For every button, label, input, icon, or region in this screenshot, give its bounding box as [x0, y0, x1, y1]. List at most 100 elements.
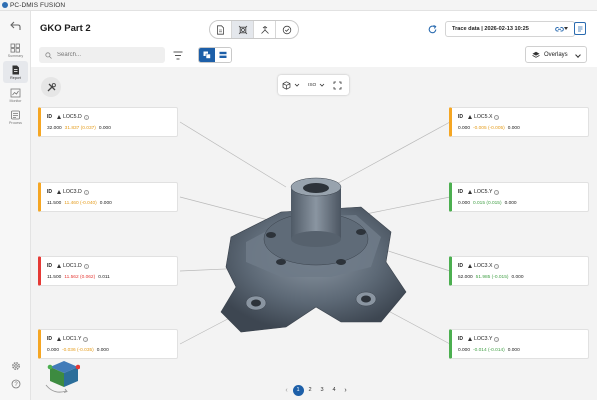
feature-values: 52.000 51.985 (-0.015) 0.000: [458, 275, 527, 280]
info-icon[interactable]: i: [494, 263, 500, 269]
list-view-button[interactable]: [215, 48, 231, 62]
report-export-icon[interactable]: [574, 22, 586, 35]
feature-card-header: ID LOC5.X i: [458, 114, 500, 120]
sidebar-item-summary[interactable]: Summary: [3, 39, 28, 61]
page-button-2[interactable]: 2: [305, 385, 316, 396]
list-icon: [219, 51, 227, 58]
search-input[interactable]: [57, 52, 157, 58]
info-icon[interactable]: i: [494, 114, 500, 120]
tolerance-value: 0.000: [96, 348, 109, 353]
next-page-icon[interactable]: ›: [340, 387, 351, 394]
document-icon: [217, 24, 224, 35]
feature-card-header: ID LOC3.Y i: [458, 336, 500, 342]
feature-card[interactable]: ID LOC3.Y i 0.000 -0.014 (-0.014) 0.000: [449, 329, 589, 359]
sidebar-item-report[interactable]: Report: [3, 61, 28, 83]
feature-card-header: ID LOC5.D i: [47, 114, 89, 120]
help-icon[interactable]: ?: [10, 379, 21, 390]
refresh-icon[interactable]: [427, 24, 438, 35]
feature-values: 0.000 -0.036 (-0.035) 0.000: [47, 348, 112, 353]
display-mode-dropdown[interactable]: [278, 75, 304, 95]
view-toggle: [198, 47, 232, 63]
view-mode-label: ISO: [308, 82, 317, 88]
measured-value: 51.985 (-0.015): [475, 275, 509, 280]
wrench-icon: [47, 82, 56, 91]
mode-document-button[interactable]: [210, 21, 232, 38]
cards-view-button[interactable]: [199, 48, 215, 62]
axis-triad[interactable]: [40, 359, 80, 397]
pagination: ‹ 1 2 3 4 ›: [281, 384, 351, 396]
feature-values: 0.000 -0.014 (-0.014) 0.000: [458, 348, 523, 353]
feature-card[interactable]: ID LOC5.D i 32.000 31.837 (0.037) 0.000: [38, 107, 178, 137]
page-button-1[interactable]: 1: [292, 384, 304, 396]
grid-icon: [10, 43, 20, 52]
measured-value: -0.014 (-0.014): [473, 348, 505, 353]
check-icon: [282, 25, 292, 34]
feature-card-header: ID LOC3.X i: [458, 263, 500, 269]
info-icon[interactable]: i: [83, 336, 89, 342]
chart-icon: [10, 88, 21, 97]
nominal-value: 0.000: [458, 201, 471, 206]
view-orientation-dropdown[interactable]: ISO: [304, 75, 329, 95]
feature-card[interactable]: ID LOC5.X i 0.000 -0.005 (-0.005) 0.000: [449, 107, 589, 137]
measured-value: 11.562 (0.062): [64, 275, 96, 280]
info-icon[interactable]: i: [494, 336, 500, 342]
tolerance-value: 0.000: [99, 201, 112, 206]
mode-inspect-button[interactable]: [232, 21, 254, 38]
page-title: GKO Part 2: [40, 23, 91, 34]
mode-connect-button[interactable]: [254, 21, 276, 38]
prev-page-icon[interactable]: ‹: [281, 387, 292, 394]
tolerance-value: 0.000: [507, 126, 520, 131]
feature-id-label: ID: [458, 189, 463, 195]
feature-name: LOC3.D: [63, 189, 82, 195]
feature-card-header: ID LOC1.D i: [47, 263, 89, 269]
feature-card[interactable]: ID LOC1.D i 11.500 11.562 (0.062) 0.011: [38, 256, 178, 286]
feature-card[interactable]: ID LOC5.Y i 0.000 0.015 (0.015) 0.000: [449, 182, 589, 212]
sidebar-item-label: Report: [10, 75, 21, 80]
sidebar-item-label: Process: [9, 120, 22, 125]
filter-icon[interactable]: [173, 51, 183, 60]
feature-name: LOC1.Y: [63, 336, 82, 342]
tools-button[interactable]: [41, 77, 61, 97]
cube-icon: [282, 80, 291, 90]
info-icon[interactable]: i: [83, 114, 89, 120]
fit-view-button[interactable]: [329, 75, 346, 95]
list-icon: [11, 110, 20, 119]
warning-triangle-icon: [57, 337, 61, 341]
expand-icon: [333, 81, 342, 89]
page-button-3[interactable]: 3: [317, 385, 328, 396]
feature-card[interactable]: ID LOC3.X i 52.000 51.985 (-0.015) 0.000: [449, 256, 589, 286]
document-icon: [12, 65, 19, 74]
nominal-value: 0.000: [47, 348, 60, 353]
measured-value: 31.837 (0.037): [64, 126, 96, 131]
flange-part-model: [220, 177, 407, 333]
measured-value: 11.460 (-0.040): [64, 201, 97, 206]
nominal-value: 0.000: [458, 126, 471, 131]
tolerance-value: 0.000: [504, 201, 517, 206]
sidebar-item-label: Summary: [7, 53, 24, 58]
sidebar-item-process[interactable]: Process: [3, 106, 28, 128]
info-icon[interactable]: i: [494, 189, 500, 195]
back-arrow-icon[interactable]: [9, 21, 22, 34]
info-icon[interactable]: i: [83, 263, 89, 269]
feature-card[interactable]: ID LOC1.Y i 0.000 -0.036 (-0.035) 0.000: [38, 329, 178, 359]
warning-triangle-icon: [57, 264, 61, 268]
settings-gear-icon[interactable]: [10, 361, 21, 372]
feature-id-label: ID: [458, 263, 463, 269]
nominal-value: 52.000: [458, 275, 473, 280]
measured-value: -0.036 (-0.035): [62, 348, 94, 353]
feature-id-label: ID: [47, 114, 52, 120]
feature-id-label: ID: [47, 263, 52, 269]
link-icon[interactable]: [554, 24, 565, 34]
connect-icon: [260, 25, 269, 34]
model-viewer[interactable]: ISO ID LOC5.D i 32.000 31.837 (0.037) 0.000 ID…: [31, 67, 597, 400]
feature-id-label: ID: [458, 336, 463, 342]
warning-triangle-icon: [57, 190, 61, 194]
page-button-4[interactable]: 4: [329, 385, 340, 396]
overlays-dropdown[interactable]: Overlays: [525, 46, 587, 63]
warning-triangle-icon: [468, 337, 472, 341]
mode-check-button[interactable]: [276, 21, 298, 38]
info-icon[interactable]: i: [83, 189, 89, 195]
window-titlebar: PC-DMIS FUSION: [0, 0, 597, 11]
sidebar-item-monitor[interactable]: Monitor: [3, 84, 28, 106]
feature-card[interactable]: ID LOC3.D i 11.500 11.460 (-0.040) 0.000: [38, 182, 178, 212]
